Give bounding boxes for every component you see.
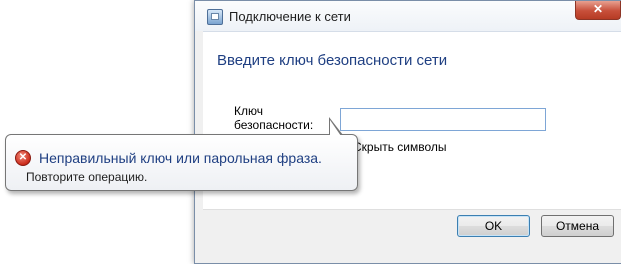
security-key-input[interactable] — [340, 108, 546, 131]
footer-divider — [203, 209, 621, 210]
network-icon — [207, 9, 223, 25]
page-title: Введите ключ безопасности сети — [217, 52, 448, 69]
security-key-label-line1: Ключ — [234, 104, 263, 118]
title-bar[interactable]: Подключение к сети ✕ — [195, 1, 621, 31]
ok-button[interactable]: OK — [457, 215, 530, 237]
network-connect-dialog: Подключение к сети ✕ Введите ключ безопа… — [194, 0, 621, 264]
cancel-button[interactable]: Отмена — [541, 215, 614, 237]
error-message: Повторите операцию. — [26, 170, 148, 184]
error-icon: ✕ — [15, 150, 31, 166]
balloon-pointer-fill — [330, 120, 341, 136]
error-title: Неправильный ключ или парольная фраза. — [39, 150, 322, 166]
close-button[interactable]: ✕ — [575, 1, 621, 20]
window-title: Подключение к сети — [229, 9, 351, 24]
security-key-label-line2: безопасности: — [234, 118, 314, 132]
hide-symbols-checkbox-label[interactable]: Скрыть символы — [353, 140, 447, 154]
security-key-label: Ключ безопасности: — [234, 104, 313, 132]
error-balloon[interactable]: ✕ Неправильный ключ или парольная фраза.… — [5, 134, 358, 191]
